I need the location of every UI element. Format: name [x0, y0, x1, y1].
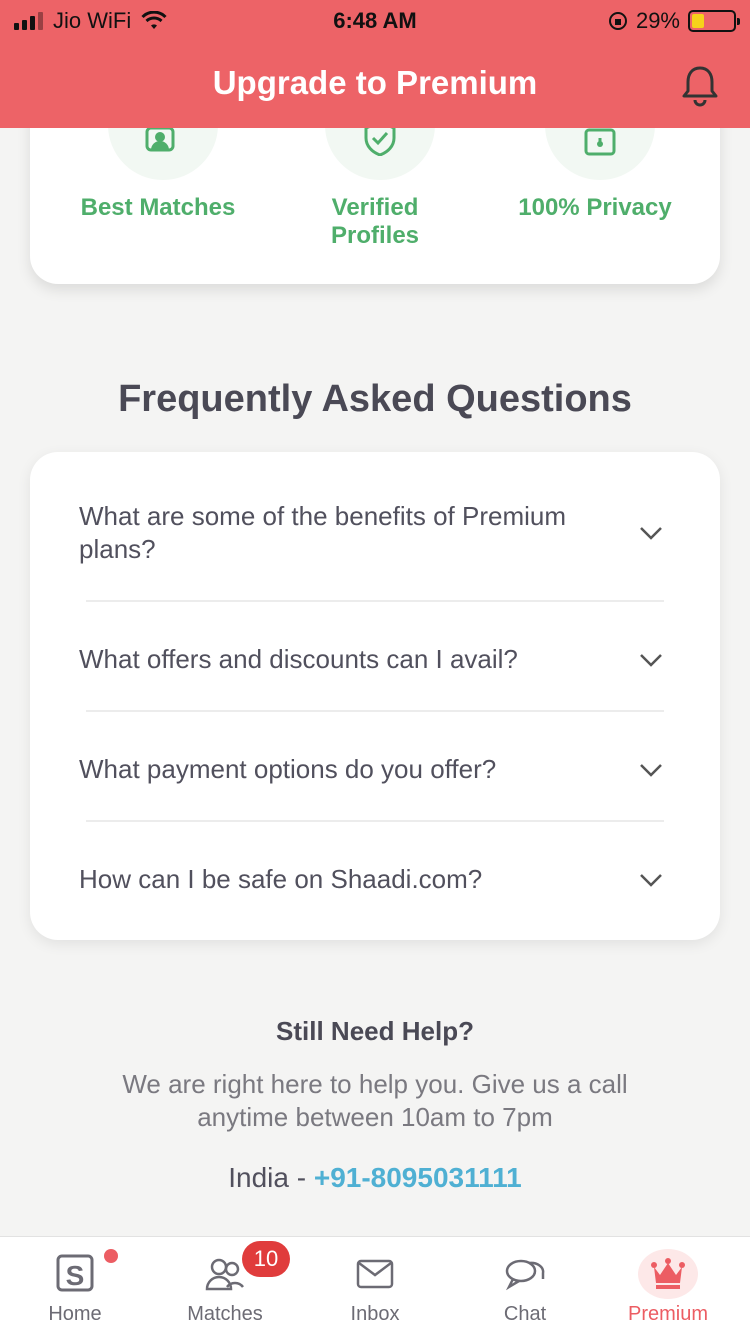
svg-text:S: S [66, 1260, 85, 1291]
chat-icon [505, 1259, 545, 1291]
faq-question: What are some of the benefits of Premium… [79, 501, 566, 564]
nav-premium[interactable]: Premium [593, 1237, 743, 1334]
battery-icon [688, 10, 740, 32]
faq-title: Frequently Asked Questions [118, 378, 632, 420]
bottom-nav: S Home 10 Matches Inbox Chat Premium [0, 1236, 750, 1334]
faq-question: How can I be safe on Shaadi.com? [79, 864, 483, 894]
orientation-lock-icon [608, 12, 627, 30]
battery-group: 29% [608, 8, 740, 34]
help-title: Still Need Help? [276, 1016, 474, 1046]
matches-count-badge: 10 [242, 1241, 290, 1277]
nav-label: Premium [627, 1303, 708, 1325]
battery-percent: 29% [635, 8, 680, 33]
nav-chat[interactable]: Chat [450, 1237, 600, 1334]
nav-inbox[interactable]: Inbox [300, 1237, 450, 1334]
faq-card: What are some of the benefits of Premium… [30, 452, 720, 940]
bell-icon[interactable] [680, 64, 720, 108]
faq-question: What payment options do you offer? [79, 754, 497, 784]
phone-link[interactable]: +91-8095031111 [314, 1162, 522, 1193]
country-label: India - [228, 1162, 314, 1193]
status-bar: Jio WiFi 6:48 AM 29% [0, 0, 750, 40]
help-text: We are right here to help you. Give us a… [122, 1069, 628, 1132]
feature-label: Best Matches [80, 194, 236, 221]
nav-label: Inbox [350, 1303, 400, 1325]
notification-dot [104, 1249, 118, 1263]
faq-item-benefits[interactable]: What are some of the benefits of Premium… [30, 452, 720, 600]
faq-item-offers[interactable]: What offers and discounts can I avail? [30, 602, 720, 710]
page-title: Upgrade to Premium [212, 64, 538, 101]
faq-item-payment[interactable]: What payment options do you offer? [30, 712, 720, 820]
top-header: Jio WiFi 6:48 AM 29% Upgrade to Premium [0, 0, 750, 128]
crown-icon [651, 1258, 685, 1289]
nav-matches[interactable]: 10 Matches [150, 1237, 300, 1334]
contact-line: India - +91-8095031111 [0, 1162, 750, 1194]
matches-icon [205, 1258, 244, 1291]
nav-label: Home [48, 1303, 102, 1325]
home-icon: S [56, 1254, 94, 1292]
chevron-down-icon [640, 654, 662, 667]
feature-label: 100% Privacy [518, 194, 672, 221]
faq-item-safety[interactable]: How can I be safe on Shaadi.com? [30, 822, 720, 940]
feature-label: Verified Profiles [330, 194, 420, 249]
nav-label: Chat [503, 1303, 547, 1325]
nav-label: Matches [187, 1303, 263, 1325]
chevron-down-icon [640, 527, 662, 540]
faq-question: What offers and discounts can I avail? [79, 644, 518, 674]
nav-home[interactable]: S Home [0, 1237, 150, 1334]
chevron-down-icon [640, 874, 662, 887]
chevron-down-icon [640, 764, 662, 777]
envelope-icon [356, 1259, 394, 1289]
